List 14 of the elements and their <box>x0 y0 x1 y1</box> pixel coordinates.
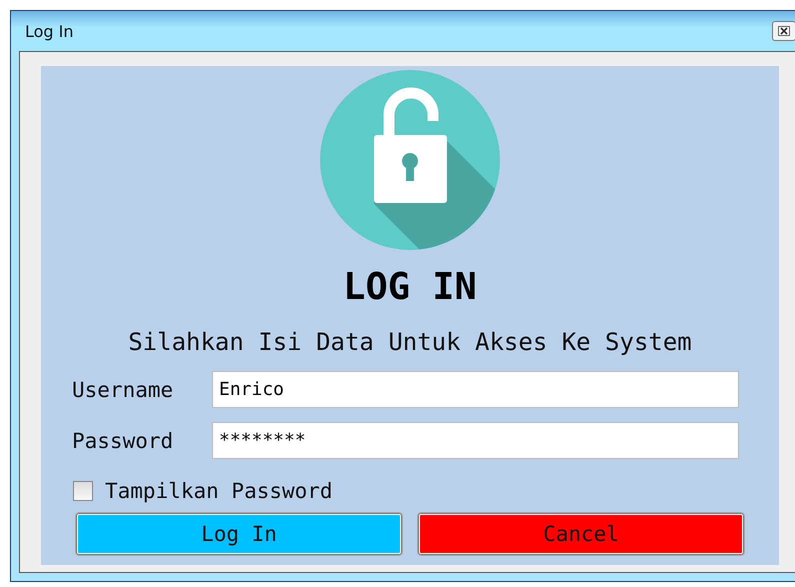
field-label: Username <box>71 378 174 402</box>
checkbox[interactable] <box>73 481 93 501</box>
close-button[interactable] <box>772 21 795 41</box>
padlock-icon <box>319 69 501 251</box>
login-heading: LOG IN <box>343 265 477 309</box>
instruction-text: Silahkan Isi Data Untuk Akses Ke System <box>128 327 692 357</box>
field-label: Password <box>71 428 174 452</box>
login-button[interactable]: Log In <box>76 513 402 555</box>
input-field[interactable]: Enrico <box>212 371 739 408</box>
checkbox-label: Tampilkan Password <box>105 479 333 503</box>
input-field[interactable]: ******** <box>212 422 739 459</box>
window-title: Log In <box>25 22 74 40</box>
cancel-button[interactable]: Cancel <box>418 513 744 555</box>
close-icon <box>778 26 790 36</box>
